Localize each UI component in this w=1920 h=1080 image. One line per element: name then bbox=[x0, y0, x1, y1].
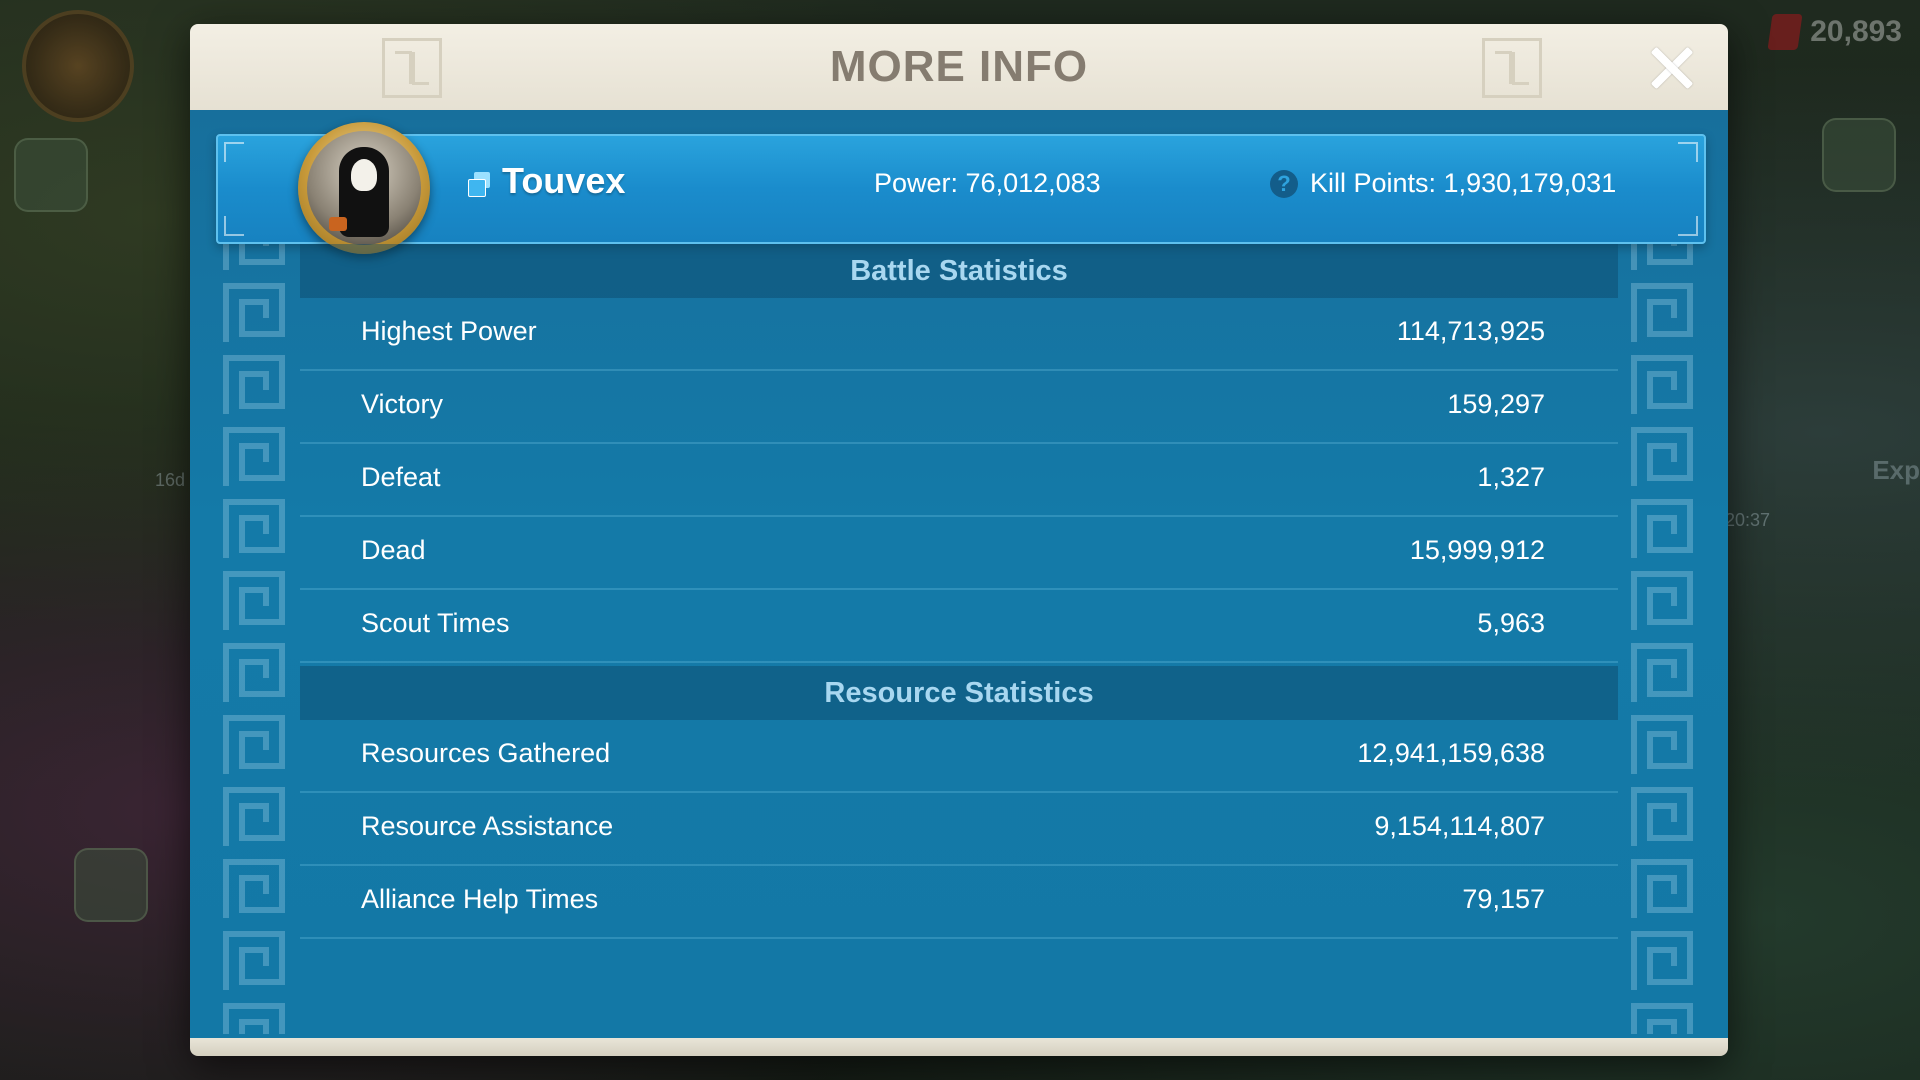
more-info-dialog: MORE INFO Touvex Power: 76,012,083 ? Kil… bbox=[190, 24, 1728, 1056]
stat-label: Defeat bbox=[361, 462, 441, 492]
corn-resource-icon[interactable] bbox=[1822, 118, 1896, 192]
corn-quest-icon[interactable] bbox=[14, 138, 88, 212]
stat-label: Dead bbox=[361, 535, 426, 565]
gem-count: 20,893 bbox=[1810, 15, 1902, 48]
gem-icon bbox=[1767, 14, 1803, 50]
stat-value: 114,713,925 bbox=[1396, 316, 1545, 346]
player-name[interactable]: Touvex bbox=[502, 160, 625, 202]
banner-corner bbox=[1678, 142, 1698, 162]
exp-label: Exp bbox=[1872, 455, 1920, 485]
stat-row-victory: Victory 159,297 bbox=[300, 371, 1618, 444]
avatar-face bbox=[351, 159, 377, 191]
stat-value: 9,154,114,807 bbox=[1374, 811, 1545, 841]
alliance-flag-icon bbox=[468, 172, 492, 197]
banner-corner bbox=[224, 142, 244, 162]
stat-row-resource-assistance: Resource Assistance 9,154,114,807 bbox=[300, 793, 1618, 866]
battle-statistics-header: Battle Statistics bbox=[300, 244, 1618, 298]
stat-row-defeat: Defeat 1,327 bbox=[300, 444, 1618, 517]
player-avatar[interactable] bbox=[298, 122, 430, 254]
stat-label: Scout Times bbox=[361, 608, 510, 638]
stat-label: Alliance Help Times bbox=[361, 884, 599, 914]
greek-key-border bbox=[1626, 134, 1698, 1034]
civilization-emblem-icon[interactable] bbox=[22, 10, 134, 122]
builder-icon[interactable] bbox=[74, 848, 148, 922]
stat-value: 12,941,159,638 bbox=[1357, 738, 1545, 768]
stat-value: 79,157 bbox=[1462, 884, 1545, 914]
stat-row-resources-gathered: Resources Gathered 12,941,159,638 bbox=[300, 720, 1618, 793]
resource-statistics-header: Resource Statistics bbox=[300, 666, 1618, 720]
greek-key-border bbox=[218, 134, 290, 1034]
stat-value: 159,297 bbox=[1447, 389, 1545, 419]
gem-counter[interactable]: 20,893 bbox=[1767, 14, 1902, 50]
avatar-accent bbox=[329, 217, 347, 231]
stat-label: Resource Assistance bbox=[361, 811, 614, 841]
player-power: Power: 76,012,083 bbox=[874, 168, 1101, 198]
close-icon[interactable] bbox=[1648, 44, 1694, 90]
stat-row-scout-times: Scout Times 5,963 bbox=[300, 590, 1618, 663]
stat-label: Resources Gathered bbox=[361, 738, 611, 768]
player-kill-points: Kill Points: 1,930,179,031 bbox=[1310, 168, 1617, 198]
stat-value: 1,327 bbox=[1477, 462, 1545, 492]
dialog-title: MORE INFO bbox=[829, 42, 1089, 91]
stat-row-alliance-help-times: Alliance Help Times 79,157 bbox=[300, 866, 1618, 939]
stat-row-dead: Dead 15,999,912 bbox=[300, 517, 1618, 590]
avatar-portrait bbox=[307, 131, 421, 245]
stat-value: 5,963 bbox=[1477, 608, 1545, 638]
stat-label: Victory bbox=[361, 389, 444, 419]
help-icon[interactable]: ? bbox=[1270, 170, 1298, 198]
player-banner: Touvex Power: 76,012,083 ? Kill Points: … bbox=[216, 122, 1706, 254]
stat-value: 15,999,912 bbox=[1409, 535, 1545, 565]
banner-corner bbox=[224, 216, 244, 236]
banner-corner bbox=[1678, 216, 1698, 236]
dialog-footer bbox=[190, 1038, 1728, 1056]
troop-timer-label: 16d bbox=[155, 470, 186, 490]
stat-row-highest-power: Highest Power 114,713,925 bbox=[300, 298, 1618, 371]
event-timer: 20:37 bbox=[1724, 510, 1770, 530]
stat-label: Highest Power bbox=[361, 316, 537, 346]
dialog-header: MORE INFO bbox=[190, 24, 1728, 113]
